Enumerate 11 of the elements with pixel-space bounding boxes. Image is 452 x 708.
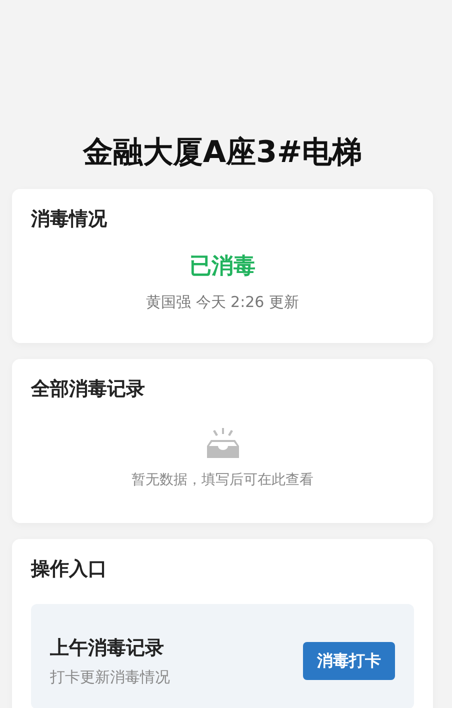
action-title: 上午消毒记录 (50, 636, 165, 661)
card-heading: 全部消毒记录 (31, 377, 146, 402)
empty-tray-icon (206, 428, 240, 458)
status-text: 已消毒 (188, 252, 256, 281)
checkin-button[interactable]: 消毒打卡 (303, 642, 395, 680)
page-title: 金融大厦A座3#电梯 (82, 135, 364, 171)
update-info: 黄国强 今天 2:26 更新 (145, 292, 300, 313)
card-heading: 操作入口 (31, 556, 108, 582)
card-heading: 消毒情况 (31, 207, 108, 232)
action-subtitle: 打卡更新消毒情况 (50, 667, 170, 688)
empty-message: 暂无数据，填写后可在此查看 (132, 470, 314, 490)
